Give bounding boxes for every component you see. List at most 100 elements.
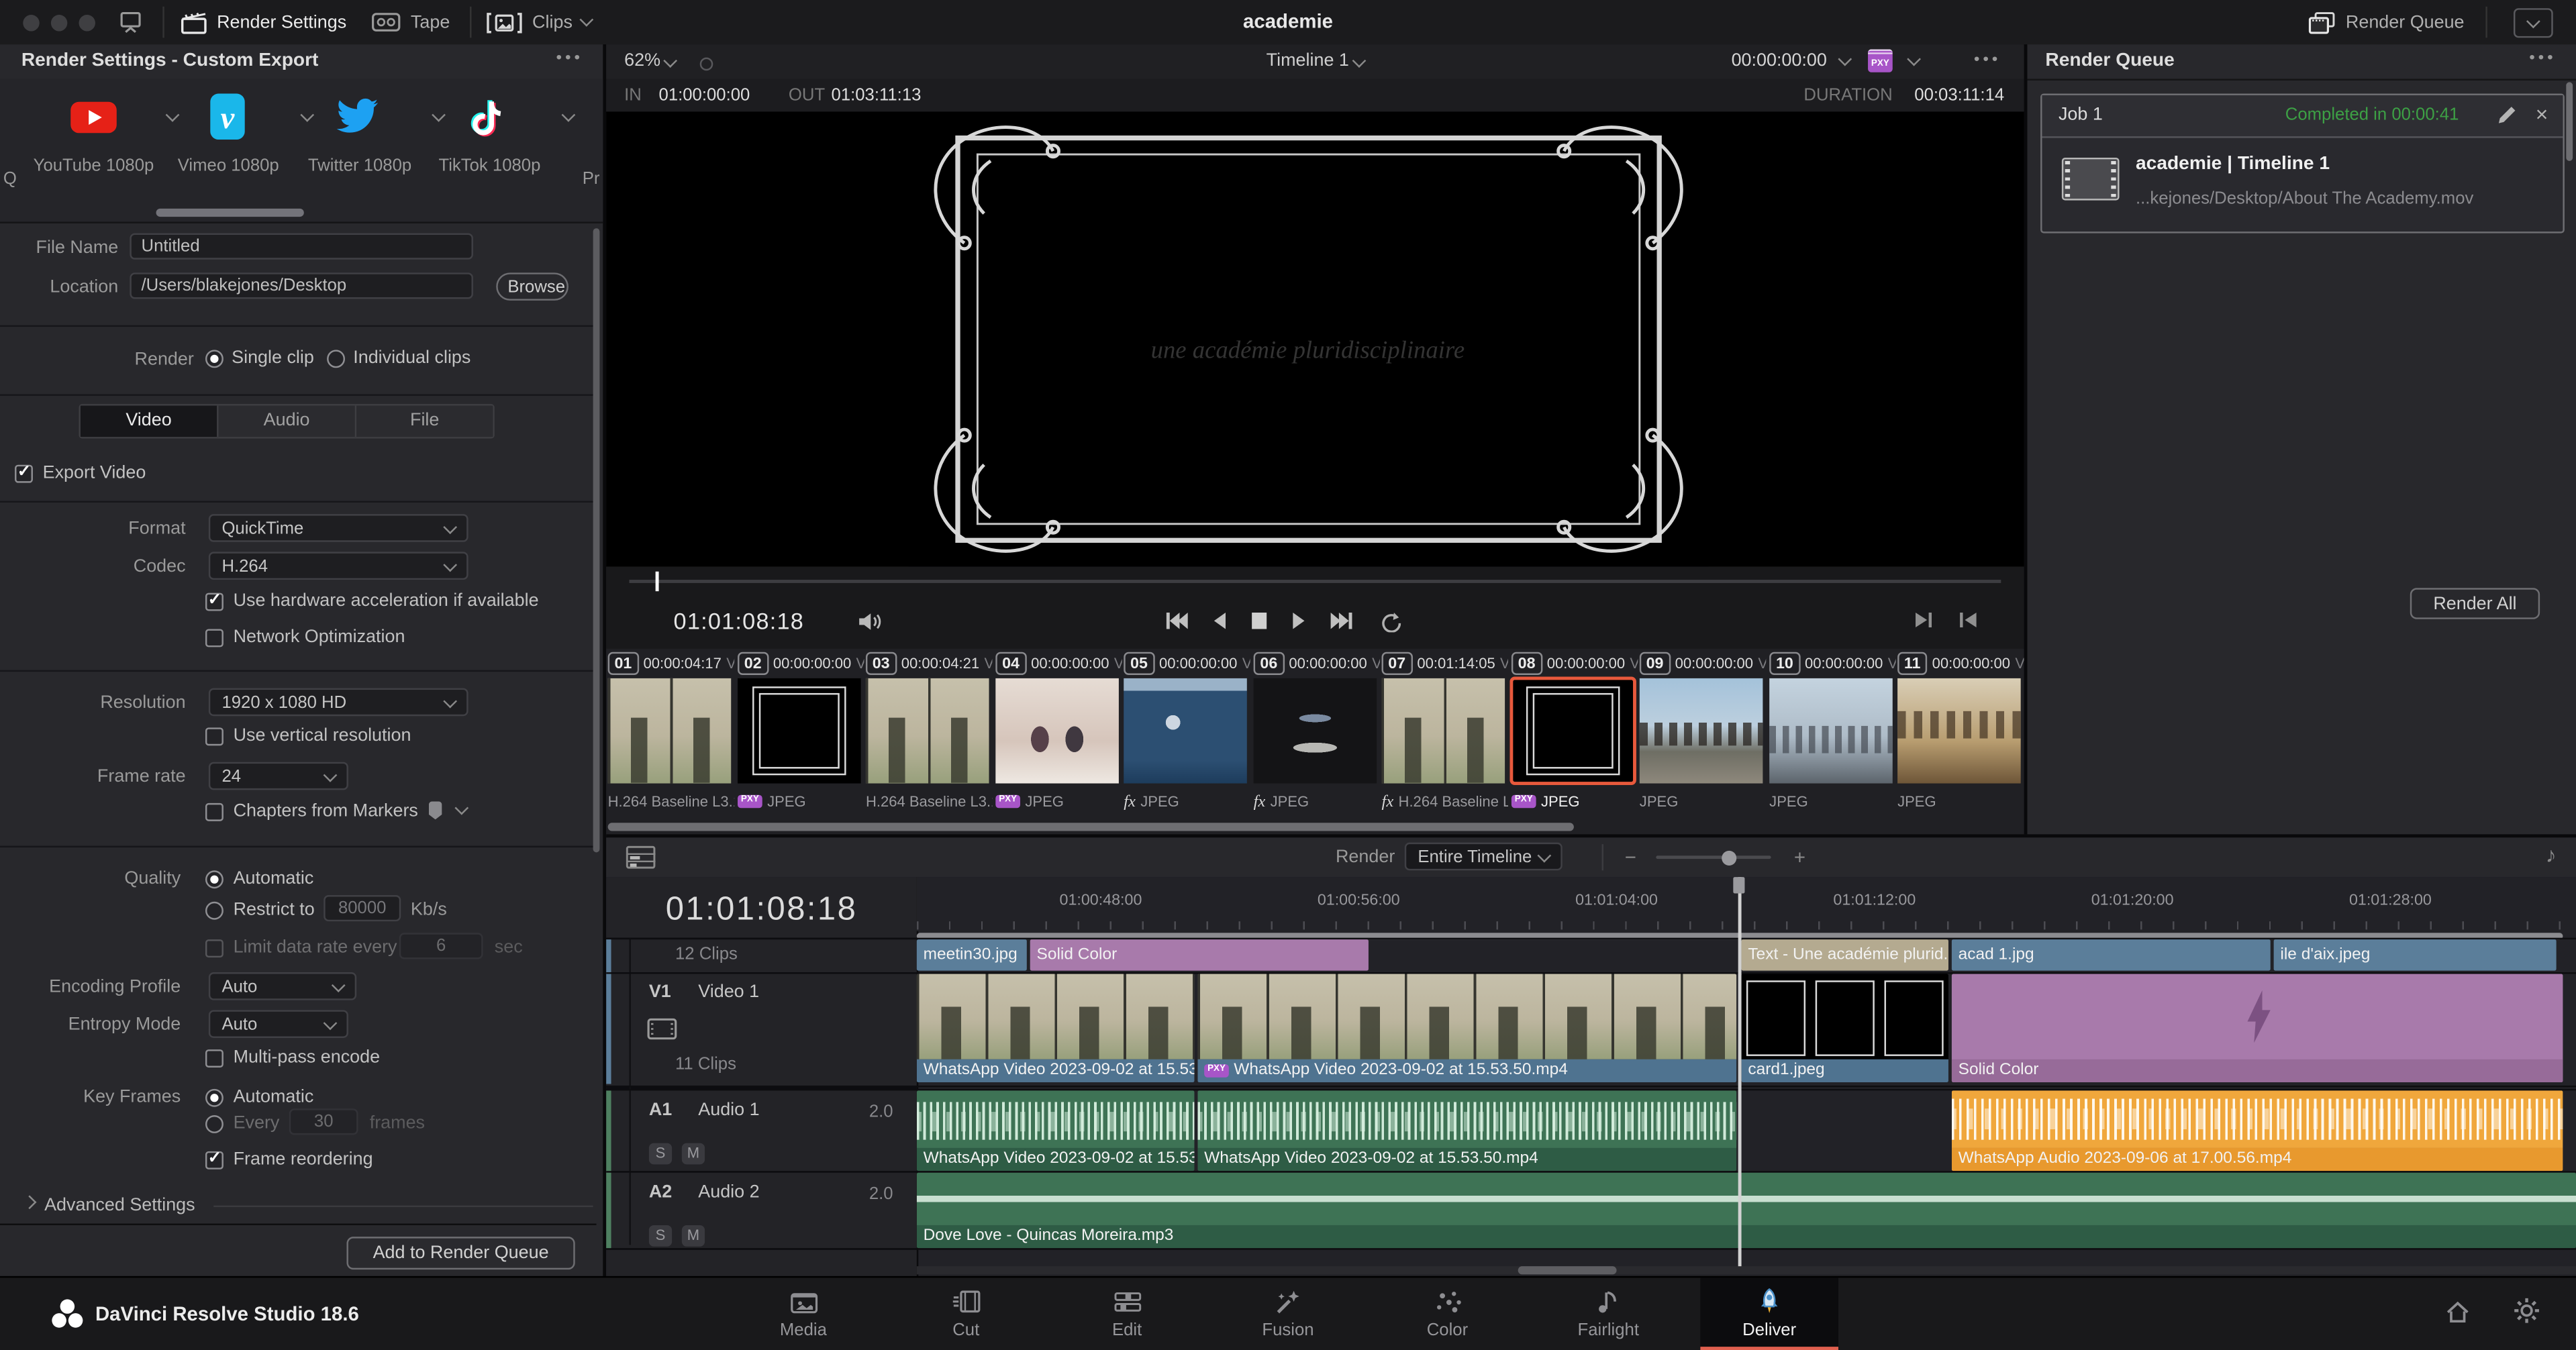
strip-clip-03[interactable]: 0300:00:04:21V1 H.264 Baseline L3.1 bbox=[864, 649, 992, 835]
viewer-scrubber[interactable] bbox=[606, 566, 2024, 594]
tape-button[interactable]: Tape bbox=[371, 0, 450, 44]
individual-clips-radio[interactable] bbox=[327, 350, 345, 368]
page-edit[interactable]: Edit bbox=[1058, 1278, 1196, 1350]
workspace-chevron-button[interactable] bbox=[2514, 8, 2553, 38]
entropy-mode-dropdown[interactable]: Auto bbox=[209, 1010, 348, 1038]
keyframes-automatic-radio[interactable] bbox=[205, 1089, 224, 1107]
timeline-clip-meetin30[interactable]: meetin30.jpg bbox=[917, 939, 1027, 971]
limit-rate-checkbox[interactable] bbox=[205, 939, 224, 957]
goto-in-icon[interactable] bbox=[1959, 611, 1978, 629]
preset-partial-right[interactable]: Pr bbox=[583, 169, 600, 189]
preset-youtube[interactable]: YouTube 1080p bbox=[26, 92, 161, 176]
render-job-card[interactable]: Job 1 Completed in 00:00:41 × academie |… bbox=[2040, 94, 2565, 233]
viewer-timecode[interactable]: 00:00:00:00 bbox=[1732, 51, 1827, 70]
render-settings-toggle[interactable]: Render Settings bbox=[181, 0, 346, 44]
scrubber-playhead[interactable] bbox=[656, 572, 659, 591]
timeline-ruler[interactable]: 01:00:48:00 01:00:56:00 01:01:04:00 01:0… bbox=[917, 877, 2576, 931]
volume-icon[interactable] bbox=[858, 611, 883, 633]
strip-clip-11[interactable]: 1100:00:00:00V2 JPEG bbox=[1896, 649, 2024, 835]
timeline-clip-acad1[interactable]: acad 1.jpg bbox=[1952, 939, 2271, 971]
a1-mute-button[interactable]: M bbox=[682, 1143, 705, 1165]
page-cut[interactable]: Cut bbox=[897, 1278, 1035, 1350]
single-clip-radio[interactable] bbox=[205, 350, 224, 368]
queue-scrollbar[interactable] bbox=[2566, 82, 2573, 160]
in-value[interactable]: 01:00:00:00 bbox=[659, 85, 750, 105]
clip-thumbnail[interactable] bbox=[1769, 678, 1893, 784]
viewer-zoom-dropdown[interactable]: 62% bbox=[624, 51, 675, 70]
preset-scrollbar[interactable] bbox=[156, 209, 304, 217]
chapters-checkbox[interactable] bbox=[205, 803, 224, 821]
loop-button[interactable] bbox=[1379, 611, 1401, 633]
zoom-in-button[interactable]: + bbox=[1794, 846, 1805, 869]
strip-clip-09[interactable]: 0900:00:00:00V2 JPEG bbox=[1638, 649, 1766, 835]
play-button[interactable] bbox=[1291, 611, 1307, 631]
strip-clip-01[interactable]: 0100:00:04:17V1 H.264 Baseline L3.1 bbox=[606, 649, 734, 835]
tab-video[interactable]: Video bbox=[81, 406, 219, 437]
viewer-options-button[interactable]: ••• bbox=[1974, 51, 2001, 69]
restrict-value-input[interactable] bbox=[324, 895, 401, 921]
proxy-badge[interactable]: PXY bbox=[1868, 49, 1893, 72]
page-media[interactable]: Media bbox=[734, 1278, 873, 1350]
remove-job-button[interactable]: × bbox=[2536, 102, 2548, 127]
strip-clip-06[interactable]: 0600:00:00:00V3 fxJPEG bbox=[1252, 649, 1380, 835]
window-close-button[interactable] bbox=[23, 14, 39, 30]
playhead-handle[interactable] bbox=[1733, 877, 1744, 893]
track-v1-id[interactable]: V1 bbox=[649, 982, 671, 1002]
panel-options-button[interactable]: ••• bbox=[556, 49, 583, 67]
a2-mute-button[interactable]: M bbox=[682, 1225, 705, 1247]
marker-color-swatch[interactable] bbox=[429, 801, 442, 819]
timeline-view-button[interactable] bbox=[626, 846, 656, 869]
timeline-audio-whatsapp-audio[interactable]: WhatsApp Audio 2023-09-06 at 17.00.56.mp… bbox=[1952, 1090, 2563, 1171]
clip-thumbnail[interactable] bbox=[1254, 678, 1377, 784]
zoom-out-button[interactable]: − bbox=[1625, 846, 1636, 869]
track-v1-name[interactable]: Video 1 bbox=[698, 982, 759, 1002]
preset-twitter[interactable]: Twitter 1080p bbox=[293, 92, 428, 176]
timeline-hscrollbar[interactable] bbox=[917, 1266, 2576, 1274]
zoom-slider-thumb[interactable] bbox=[1722, 850, 1736, 865]
chevron-down-icon[interactable] bbox=[1838, 52, 1852, 66]
multipass-checkbox[interactable] bbox=[205, 1049, 224, 1068]
chevron-down-icon[interactable] bbox=[1907, 52, 1921, 66]
codec-dropdown[interactable]: H.264 bbox=[209, 552, 468, 580]
clip-thumbnail[interactable] bbox=[1640, 678, 1763, 784]
strip-clip-02[interactable]: 0200:00:00:00V1 PXYJPEG bbox=[736, 649, 864, 835]
window-minimize-button[interactable] bbox=[51, 14, 67, 30]
preset-partial-left[interactable]: Q bbox=[3, 169, 17, 189]
settings-button[interactable] bbox=[2514, 1298, 2540, 1324]
timeline-clip-card1[interactable]: card1.jpeg bbox=[1742, 974, 1948, 1082]
timeline-playhead-timecode[interactable]: 01:01:08:18 bbox=[606, 892, 917, 929]
panel-scrollbar[interactable] bbox=[593, 228, 600, 852]
strip-clip-05[interactable]: 0500:00:00:00V3 fxJPEG bbox=[1122, 649, 1250, 835]
quality-automatic-radio[interactable] bbox=[205, 870, 224, 888]
timeline-clip-ile-daix[interactable]: ile d'aix.jpeg bbox=[2274, 939, 2557, 971]
timeline-selector[interactable]: Timeline 1 bbox=[1267, 51, 1364, 70]
timeline-audio-whatsapp-1[interactable]: WhatsApp Video 2023-09-02 at 15.53.... bbox=[917, 1090, 1195, 1171]
viewer-canvas[interactable]: une académie pluridisciplinaire bbox=[606, 111, 2024, 566]
timeline-clip-text-title[interactable]: Text - Une académie plurid... bbox=[1742, 939, 1948, 971]
restrict-radio[interactable] bbox=[205, 902, 224, 920]
out-value[interactable]: 01:03:11:13 bbox=[832, 85, 922, 105]
edit-job-button[interactable] bbox=[2497, 103, 2517, 125]
page-deliver-active[interactable]: Deliver bbox=[1700, 1278, 1838, 1350]
render-all-button[interactable]: Render All bbox=[2410, 588, 2540, 619]
strip-scrollbar[interactable] bbox=[608, 823, 1574, 831]
strip-clip-07[interactable]: 0700:01:14:05V1 fxH.264 Baseline L3.1 bbox=[1380, 649, 1508, 835]
render-mode-dropdown[interactable]: Entire Timeline bbox=[1405, 843, 1563, 871]
add-to-render-queue-button[interactable]: Add to Render Queue bbox=[346, 1237, 575, 1269]
tab-audio[interactable]: Audio bbox=[219, 406, 357, 437]
advanced-settings-toggle[interactable]: Advanced Settings bbox=[44, 1196, 195, 1215]
timeline-playhead[interactable] bbox=[1738, 877, 1741, 1268]
page-fusion[interactable]: Fusion bbox=[1219, 1278, 1357, 1350]
clip-thumbnail[interactable] bbox=[1897, 678, 2021, 784]
clip-thumbnail[interactable] bbox=[995, 678, 1119, 784]
timeline-audio-whatsapp-2[interactable]: WhatsApp Video 2023-09-02 at 15.53.50.mp… bbox=[1197, 1090, 1736, 1171]
clip-thumbnail[interactable] bbox=[866, 678, 989, 784]
clip-thumbnail[interactable] bbox=[1512, 678, 1635, 784]
timeline-clip-solid-color-v1[interactable]: Solid Color bbox=[1952, 974, 2563, 1082]
clip-thumbnail[interactable] bbox=[1124, 678, 1247, 784]
strip-clip-10[interactable]: 1000:00:00:00V2 JPEG bbox=[1768, 649, 1896, 835]
clean-feed-button[interactable] bbox=[117, 0, 143, 44]
export-video-checkbox[interactable] bbox=[15, 465, 33, 483]
tab-file[interactable]: File bbox=[356, 406, 493, 437]
chevron-down-icon[interactable] bbox=[562, 108, 576, 122]
